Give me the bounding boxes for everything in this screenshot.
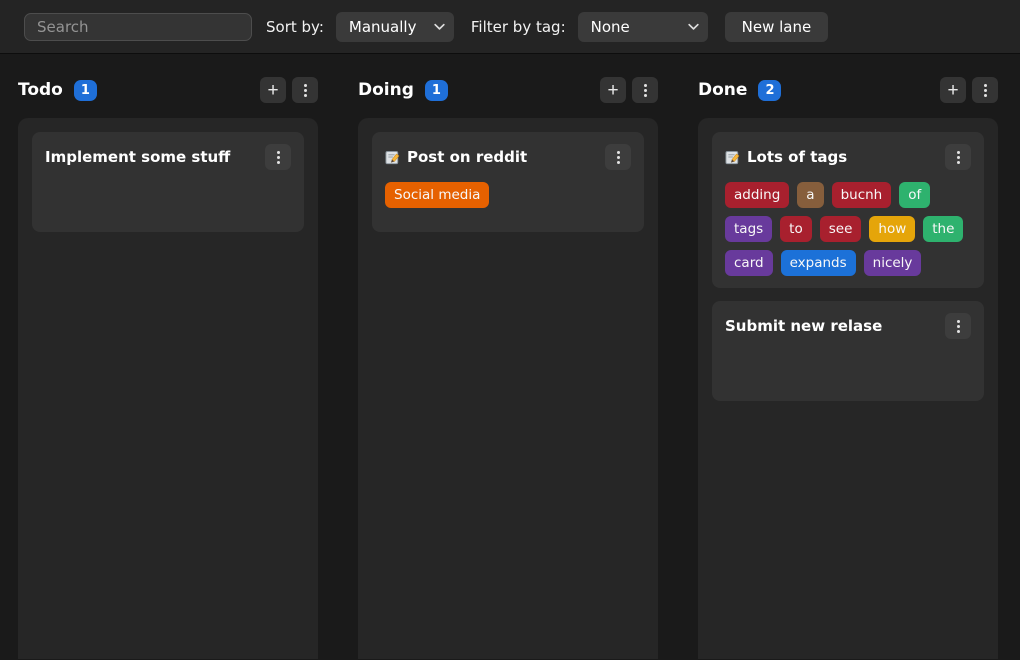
card-title: Submit new relase (725, 317, 882, 335)
sort-by-label: Sort by: (266, 18, 324, 36)
tag: expands (781, 250, 856, 276)
card-title: Post on reddit (407, 148, 527, 166)
kebab-menu-icon (984, 84, 987, 97)
tag: Social media (385, 182, 489, 208)
tag: a (797, 182, 823, 208)
tag: how (869, 216, 915, 242)
card-title: Implement some stuff (45, 148, 230, 166)
lane-title: Done (698, 80, 747, 100)
card-header: Post on reddit (385, 144, 631, 170)
tag: adding (725, 182, 789, 208)
card-tags: adding a bucnh of tags to see how the ca… (725, 182, 971, 276)
card-header: Implement some stuff (45, 144, 291, 170)
plus-icon: + (947, 81, 958, 100)
memo-icon (385, 150, 400, 165)
filter-by-tag-label: Filter by tag: (471, 18, 566, 36)
lane-body: Implement some stuff (18, 118, 318, 659)
lane-title: Doing (358, 80, 414, 100)
kanban-card[interactable]: Submit new relase (712, 301, 984, 401)
card-menu-button[interactable] (945, 313, 971, 339)
lane-count-badge: 1 (425, 80, 448, 101)
lane-header: Doing 1 + (358, 75, 658, 105)
memo-icon (725, 150, 740, 165)
lane-body: Lots of tags adding a bucnh of tags to s… (698, 118, 998, 659)
lane-todo: Todo 1 + Implement some stuff (18, 75, 318, 659)
card-title: Lots of tags (747, 148, 847, 166)
card-header: Submit new relase (725, 313, 971, 339)
kebab-menu-icon (957, 151, 960, 164)
filter-tag-select[interactable]: None (578, 12, 708, 42)
card-tags: Social media (385, 182, 631, 208)
lane-add-card-button[interactable]: + (260, 77, 286, 103)
kebab-menu-icon (617, 151, 620, 164)
tag: see (820, 216, 862, 242)
tag: to (780, 216, 812, 242)
kanban-card[interactable]: Post on reddit Social media (372, 132, 644, 232)
tag: of (899, 182, 930, 208)
kanban-board: Todo 1 + Implement some stuff Doing (0, 54, 1020, 659)
lane-menu-button[interactable] (632, 77, 658, 103)
kebab-menu-icon (304, 84, 307, 97)
tag: the (923, 216, 963, 242)
lane-add-card-button[interactable]: + (940, 77, 966, 103)
card-menu-button[interactable] (265, 144, 291, 170)
tag: bucnh (832, 182, 892, 208)
tag: nicely (864, 250, 922, 276)
tag: tags (725, 216, 772, 242)
kanban-card[interactable]: Lots of tags adding a bucnh of tags to s… (712, 132, 984, 288)
kebab-menu-icon (644, 84, 647, 97)
kanban-card[interactable]: Implement some stuff (32, 132, 304, 232)
header-bar: Sort by: Manually Filter by tag: None Ne… (0, 0, 1020, 54)
lane-header: Todo 1 + (18, 75, 318, 105)
plus-icon: + (607, 81, 618, 100)
new-lane-button[interactable]: New lane (725, 12, 829, 42)
lane-header: Done 2 + (698, 75, 998, 105)
card-header: Lots of tags (725, 144, 971, 170)
search-input[interactable] (24, 13, 252, 41)
lane-done: Done 2 + (698, 75, 998, 659)
lane-doing: Doing 1 + (358, 75, 658, 659)
plus-icon: + (267, 81, 278, 100)
card-menu-button[interactable] (605, 144, 631, 170)
kebab-menu-icon (957, 320, 960, 333)
lane-add-card-button[interactable]: + (600, 77, 626, 103)
card-menu-button[interactable] (945, 144, 971, 170)
tag: card (725, 250, 773, 276)
kebab-menu-icon (277, 151, 280, 164)
sort-select[interactable]: Manually (336, 12, 454, 42)
lane-body: Post on reddit Social media (358, 118, 658, 659)
lane-count-badge: 2 (758, 80, 781, 101)
lane-count-badge: 1 (74, 80, 97, 101)
lane-title: Todo (18, 80, 63, 100)
lane-menu-button[interactable] (972, 77, 998, 103)
lane-menu-button[interactable] (292, 77, 318, 103)
